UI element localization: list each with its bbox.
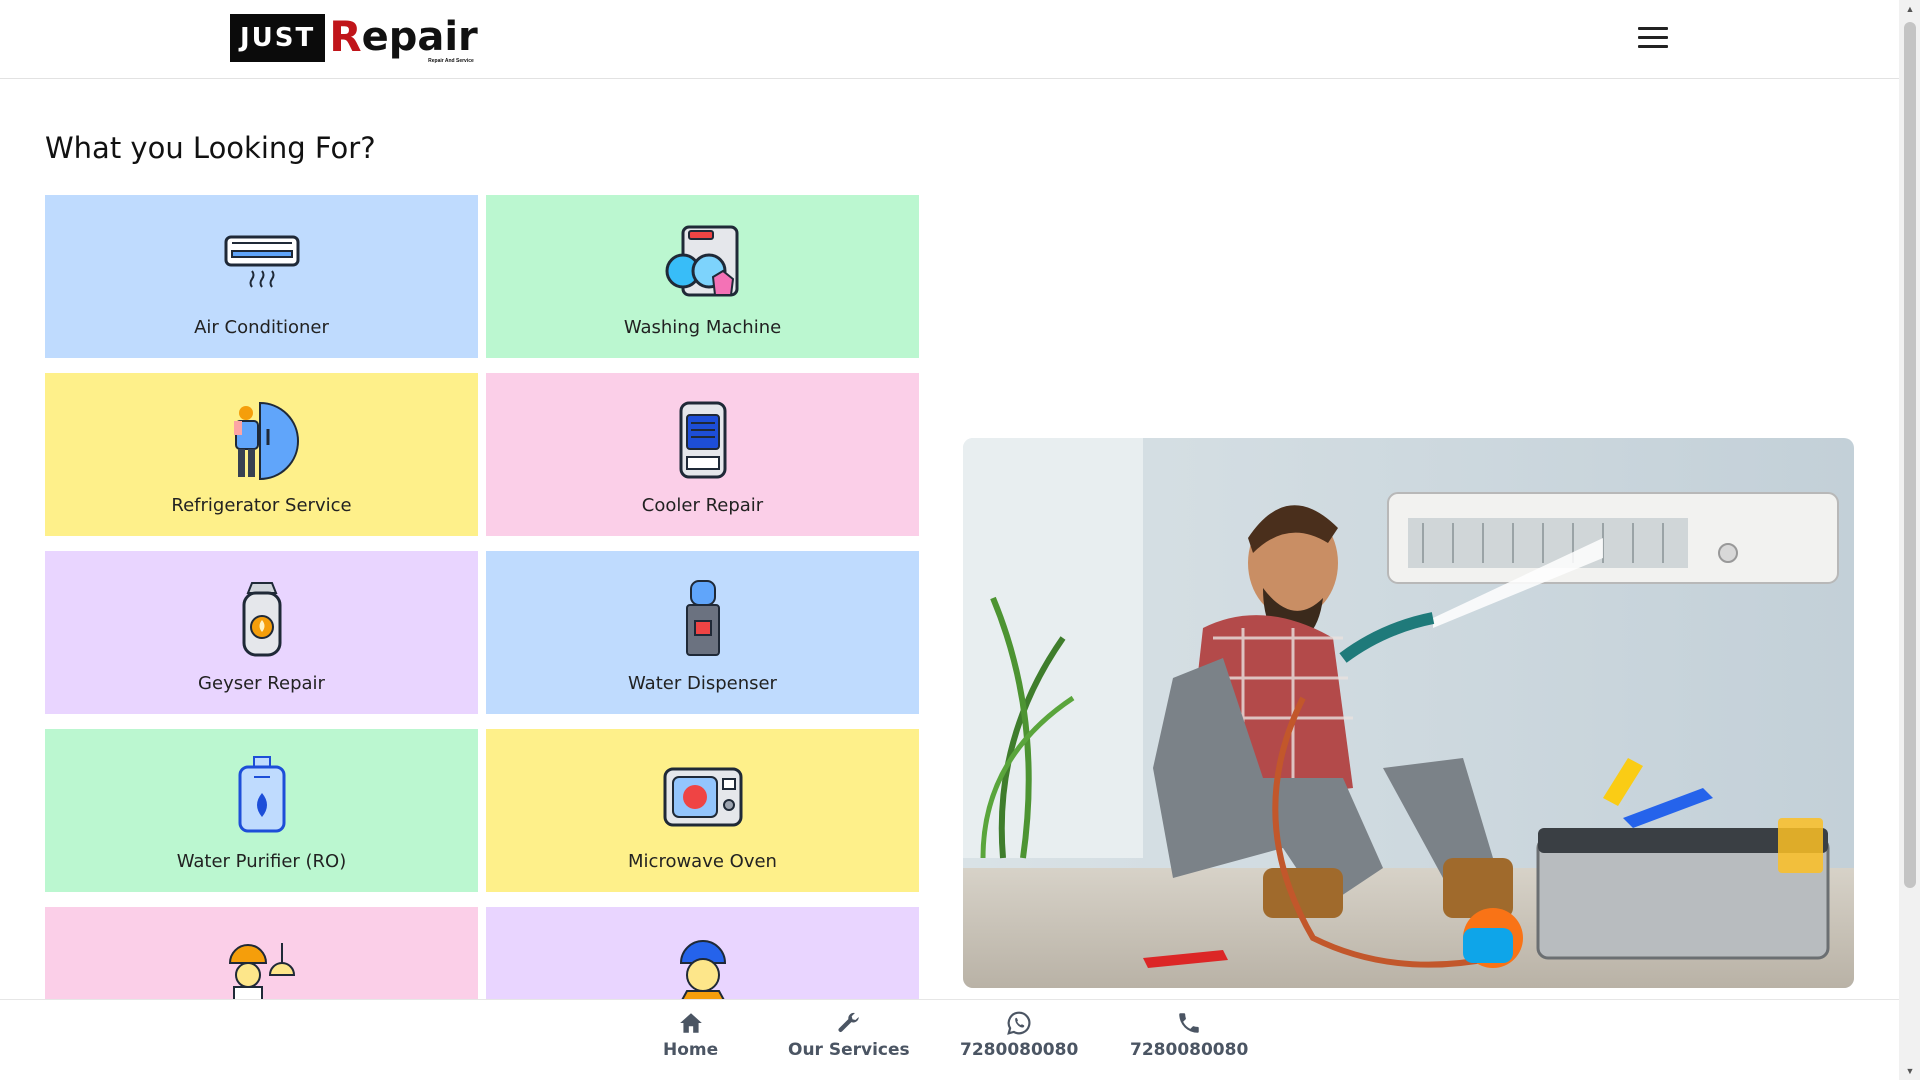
logo-just-text: JUST [230, 14, 326, 62]
scroll-down-arrow-icon[interactable]: ▼ [1904, 1065, 1916, 1077]
microwave-icon [663, 767, 742, 827]
service-tile-water-purifier[interactable]: Water Purifier (RO) [45, 729, 478, 892]
nav-our-services-label: Our Services [788, 1040, 910, 1060]
washing-machine-icon [665, 225, 738, 297]
nav-call-number: 7280080080 [1130, 1040, 1249, 1060]
scrollbar-thumb[interactable] [1904, 22, 1916, 888]
hamburger-menu-icon[interactable] [1638, 27, 1668, 49]
plumber-icon [679, 940, 726, 999]
service-label: Water Dispenser [628, 673, 777, 694]
refrigerator-icon [233, 401, 299, 481]
cooler-icon [679, 401, 726, 479]
site-header: JUST Repair Repair And Service [0, 0, 1899, 79]
logo-repair-text: Repair Repair And Service [325, 12, 478, 65]
air-conditioner-icon [224, 235, 299, 288]
service-label: Air Conditioner [194, 317, 329, 338]
water-purifier-icon [238, 756, 285, 833]
wrench-icon [838, 1012, 859, 1032]
bottom-navigation: Home Our Services 7280080080 7280080080 [0, 999, 1899, 1081]
logo-epair-letters: epair [361, 14, 478, 60]
service-tile-air-conditioner[interactable]: Air Conditioner [45, 195, 478, 358]
service-label: Washing Machine [623, 317, 782, 338]
nav-call[interactable]: 7280080080 [1130, 1010, 1248, 1060]
electrician-icon [228, 943, 295, 999]
logo-tagline: Repair And Service [428, 58, 474, 64]
nav-whatsapp[interactable]: 7280080080 [960, 1010, 1078, 1060]
page-title: What you Looking For? [45, 131, 376, 165]
nav-whatsapp-number: 7280080080 [960, 1040, 1079, 1060]
service-label: Microwave Oven [628, 851, 777, 872]
service-tile-cooler-repair[interactable]: Cooler Repair [486, 373, 919, 536]
hero-technician-image [963, 438, 1854, 988]
service-tile-refrigerator-service[interactable]: Refrigerator Service [45, 373, 478, 536]
service-tile-geyser-repair[interactable]: Geyser Repair [45, 551, 478, 714]
service-tile-microwave-oven[interactable]: Microwave Oven [486, 729, 919, 892]
service-label: Refrigerator Service [171, 495, 352, 516]
geyser-icon [242, 582, 281, 657]
services-grid: Air Conditioner Washing Machine Refriger… [45, 195, 919, 999]
ac-technician-illustration [963, 438, 1854, 988]
nav-our-services[interactable]: Our Services [788, 1010, 910, 1060]
home-icon [679, 1013, 702, 1033]
service-label: Geyser Repair [198, 673, 325, 694]
service-tile-technician[interactable] [486, 907, 919, 999]
nav-home-label: Home [663, 1040, 719, 1060]
nav-home[interactable]: Home [663, 1010, 718, 1060]
logo-r-letter: R [329, 12, 362, 61]
justrepair-logo[interactable]: JUST Repair Repair And Service [230, 12, 478, 65]
service-tile-electrician[interactable] [45, 907, 478, 999]
service-tile-washing-machine[interactable]: Washing Machine [486, 195, 919, 358]
scroll-up-arrow-icon[interactable]: ▲ [1904, 3, 1916, 15]
phone-icon [1179, 1013, 1199, 1033]
whatsapp-icon [1007, 1011, 1031, 1035]
service-tile-water-dispenser[interactable]: Water Dispenser [486, 551, 919, 714]
water-dispenser-icon [685, 580, 720, 656]
service-label: Cooler Repair [641, 495, 764, 516]
service-label: Water Purifier (RO) [176, 851, 347, 872]
